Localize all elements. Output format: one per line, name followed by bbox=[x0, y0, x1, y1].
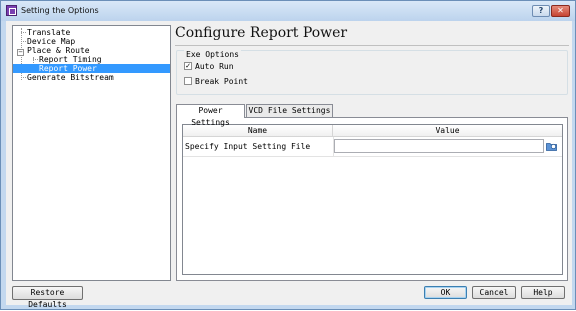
break-point-checkbox[interactable] bbox=[184, 77, 192, 85]
collapse-expander-icon[interactable]: − bbox=[17, 49, 24, 56]
app-icon bbox=[6, 5, 17, 16]
row-name-cell: Specify Input Setting File bbox=[185, 142, 311, 151]
dialog-window: Setting the Options ? ✕ − Translate Devi… bbox=[0, 0, 576, 310]
tree-item-generate-bitstream[interactable]: Generate Bitstream bbox=[27, 73, 114, 82]
tree-connector bbox=[21, 77, 26, 78]
title-close-button[interactable]: ✕ bbox=[551, 5, 570, 17]
options-tree[interactable]: − Translate Device Map Place & Route Rep… bbox=[12, 25, 171, 281]
ok-button[interactable]: OK bbox=[424, 286, 467, 299]
column-header-value[interactable]: Value bbox=[333, 125, 562, 137]
break-point-label[interactable]: Break Point bbox=[195, 77, 248, 86]
tree-item-device-map[interactable]: Device Map bbox=[27, 37, 75, 46]
restore-defaults-button[interactable]: Restore Defaults bbox=[12, 286, 83, 309]
settings-table: Name Value Specify Input Setting File bbox=[182, 124, 563, 275]
browse-folder-icon[interactable] bbox=[546, 141, 557, 151]
title-bar[interactable]: Setting the Options ? ✕ bbox=[1, 1, 575, 21]
tree-item-translate[interactable]: Translate bbox=[27, 28, 70, 37]
cancel-button[interactable]: Cancel bbox=[472, 286, 516, 299]
title-help-button[interactable]: ? bbox=[532, 5, 550, 17]
exe-options-title: Exe Options bbox=[184, 50, 241, 59]
tab-vcd-file-settings[interactable]: VCD File Settings bbox=[246, 104, 333, 117]
tree-connector bbox=[21, 32, 26, 33]
tab-power-settings[interactable]: Power Settings bbox=[176, 104, 245, 127]
tree-item-report-timing[interactable]: Report Timing bbox=[39, 55, 102, 64]
row-divider bbox=[183, 156, 562, 157]
input-setting-file-field[interactable] bbox=[334, 139, 544, 153]
auto-run-label[interactable]: Auto Run bbox=[195, 62, 234, 71]
window-title: Setting the Options bbox=[21, 6, 99, 15]
heading-divider bbox=[175, 45, 569, 46]
help-button[interactable]: Help bbox=[521, 286, 565, 299]
tree-item-place-route[interactable]: Place & Route bbox=[27, 46, 90, 55]
auto-run-checkbox[interactable]: ✓ bbox=[184, 62, 192, 70]
page-title: Configure Report Power bbox=[175, 25, 348, 41]
tree-connector bbox=[33, 59, 38, 60]
tree-item-report-power[interactable]: Report Power bbox=[13, 64, 170, 73]
dialog-body: − Translate Device Map Place & Route Rep… bbox=[6, 21, 572, 309]
tree-connector bbox=[21, 41, 26, 42]
